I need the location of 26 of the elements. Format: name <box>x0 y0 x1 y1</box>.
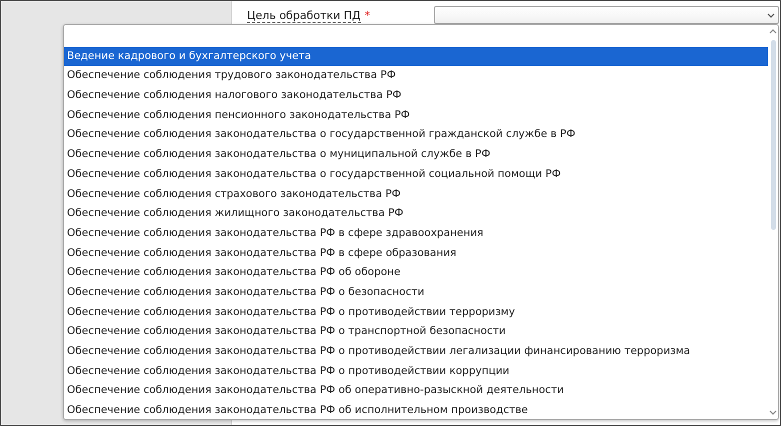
dropdown-option[interactable]: Обеспечение соблюдения законодательства РФ о безопасности <box>64 282 768 303</box>
dropdown-option[interactable]: Обеспечение соблюдения законодательства РФ в сфере образования <box>64 244 768 264</box>
dropdown-option[interactable]: Обеспечение соблюдения законодательства РФ о транспортной безопасности <box>64 322 768 342</box>
dropdown-option[interactable]: Обеспечение соблюдения жилищного законодательства РФ <box>64 204 768 224</box>
dropdown-option[interactable]: Обеспечение соблюдения трудового законодательства РФ <box>64 66 768 86</box>
dropdown-option[interactable]: Обеспечение соблюдения законодательства РФ об исполнительном производстве <box>64 401 768 421</box>
dropdown-option[interactable]: Обеспечение соблюдения законодательства о муниципальной службе в РФ <box>64 145 768 165</box>
dropdown-option[interactable]: Обеспечение соблюдения законодательства РФ о противодействии коррупции <box>64 362 768 382</box>
dropdown-option[interactable]: Обеспечение соблюдения законодательства РФ об оперативно-разыскной деятельности <box>64 381 768 402</box>
scroll-down-icon[interactable] <box>769 410 777 415</box>
chevron-down-icon <box>767 12 775 18</box>
scroll-up-icon[interactable] <box>769 29 777 34</box>
dropdown-option[interactable]: Ведение кадрового и бухгалтерского учета <box>64 46 768 66</box>
dropdown-option[interactable]: Обеспечение соблюдения законодательства о государственной гражданской службе в РФ <box>64 125 768 146</box>
scroll-thumb[interactable] <box>770 40 776 230</box>
dropdown-option[interactable]: Обеспечение соблюдения законодательства РФ в сфере здравоохранения <box>64 224 768 244</box>
dropdown-option[interactable]: Обеспечение соблюдения пенсионного законодательства РФ <box>64 106 768 126</box>
field-label: Цель обработки ПД <box>247 8 361 22</box>
purpose-select[interactable] <box>434 6 779 24</box>
dropdown-option[interactable]: Обеспечение соблюдения законодательства РФ об обороне <box>64 263 768 283</box>
dropdown-option[interactable]: Обеспечение соблюдения законодательства РФ о противодействии легализации финансированию терроризма <box>64 342 768 362</box>
dropdown-option[interactable]: Обеспечение соблюдения налогового законодательства РФ <box>64 86 768 106</box>
dropdown-option[interactable]: Обеспечение соблюдения законодательства о государственной социальной помощи РФ <box>64 164 768 184</box>
dropdown-option[interactable]: Обеспечение соблюдения страхового законодательства РФ <box>64 184 768 204</box>
required-mark: * <box>364 8 370 22</box>
dropdown-option[interactable]: Обеспечение соблюдения законодательства РФ о противодействии терроризму <box>64 302 768 322</box>
